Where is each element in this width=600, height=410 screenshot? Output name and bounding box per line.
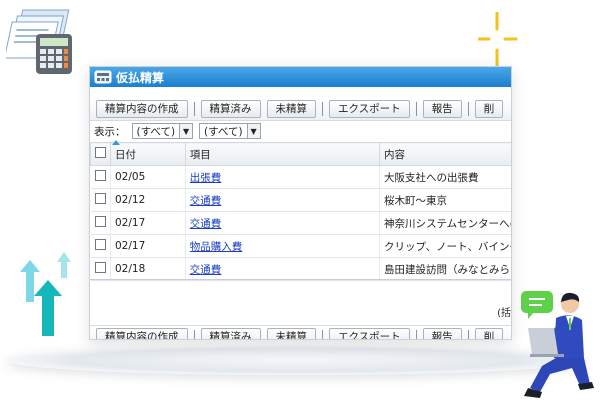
filter-label: 表示： <box>94 125 126 138</box>
delete-button[interactable]: 削 <box>474 100 504 118</box>
row-date: 02/17 <box>110 211 186 235</box>
row-checkbox[interactable] <box>94 193 106 204</box>
table-row: 02/18 交通費 島田建設訪問（みなとみらい <box>90 257 511 281</box>
row-date: 02/05 <box>110 165 186 189</box>
filter-select-1[interactable]: (すべて) ▼ <box>131 123 194 139</box>
settled-button[interactable]: 精算済み <box>200 328 261 339</box>
row-item-link[interactable]: 交通費 <box>190 195 222 207</box>
row-item-link[interactable]: 交通費 <box>190 218 222 230</box>
toolbar-separator <box>322 330 323 339</box>
unsettled-button[interactable]: 未精算 <box>266 328 316 339</box>
export-button[interactable]: エクスポート <box>329 100 410 118</box>
expense-table: 日付 項目 内容 02/05 出張費 大阪支社への出張費 02/12 交通費 桜… <box>90 140 511 281</box>
chevron-down-icon: ▼ <box>246 124 260 138</box>
toolbar-bottom: 精算内容の作成 精算済み 未精算 エクスポート 報告 削 <box>90 325 511 339</box>
chevron-down-icon: ▼ <box>179 124 193 138</box>
table-row: 02/05 出張費 大阪支社への出張費 <box>90 165 511 189</box>
row-date: 02/18 <box>110 257 186 281</box>
select-all-checkbox[interactable] <box>95 147 106 158</box>
column-header-item[interactable]: 項目 <box>184 142 381 166</box>
toolbar-separator <box>467 102 469 116</box>
table-header-row: 日付 項目 内容 <box>90 140 511 166</box>
toolbar-top: 精算内容の作成 精算済み 未精算 エクスポート 報告 削 <box>90 98 511 121</box>
toolbar-separator <box>467 330 469 339</box>
unsettled-button[interactable]: 未精算 <box>266 100 316 118</box>
toolbar-separator <box>193 102 195 116</box>
toolbar-separator <box>193 330 195 339</box>
table-row: 02/17 物品購入費 クリップ、ノート、バインダ <box>90 234 511 258</box>
sort-ascending-icon <box>112 140 120 145</box>
column-header-date-label: 日付 <box>115 148 136 161</box>
report-button[interactable]: 報告 <box>422 100 462 118</box>
row-content: 神奈川システムセンターへの <box>379 211 511 235</box>
report-button[interactable]: 報告 <box>422 328 462 339</box>
calculator-icon <box>94 70 112 84</box>
row-checkbox[interactable] <box>94 216 106 227</box>
row-content: 島田建設訪問（みなとみらい <box>379 257 511 281</box>
toolbar-separator <box>415 330 417 339</box>
table-empty-area <box>90 279 511 326</box>
row-date: 02/12 <box>110 188 186 212</box>
table-row: 02/12 交通費 桜木町～東京 <box>90 188 511 212</box>
filter-bar: 表示： (すべて) ▼ (すべて) ▼ <box>94 123 261 139</box>
sparkle-icon <box>478 12 518 68</box>
person-with-laptop-illustration <box>524 292 594 398</box>
row-checkbox[interactable] <box>94 262 106 273</box>
expense-window: 仮払精算 精算内容の作成 精算済み 未精算 エクスポート 報告 削 表示： (す… <box>89 66 512 340</box>
delete-button[interactable]: 削 <box>474 328 504 339</box>
row-item-link[interactable]: 出張費 <box>190 172 222 184</box>
settled-button[interactable]: 精算済み <box>200 100 261 118</box>
row-content: 桜木町～東京 <box>379 188 511 212</box>
window-titlebar: 仮払精算 <box>90 67 511 87</box>
calculator-document-icon <box>6 9 72 74</box>
export-button[interactable]: エクスポート <box>329 328 410 339</box>
growth-arrows-icon <box>20 252 71 336</box>
column-header-date[interactable]: 日付 <box>110 140 186 166</box>
select-all-cell <box>90 142 111 166</box>
row-content: 大阪支社への出張費 <box>379 165 511 189</box>
row-item-link[interactable]: 物品購入費 <box>190 241 243 253</box>
row-content: クリップ、ノート、バインダ <box>379 234 511 258</box>
filter-select-2-value: (すべて) <box>204 125 243 138</box>
footer-note: (括 <box>497 308 511 319</box>
row-item-link[interactable]: 交通費 <box>190 264 222 276</box>
toolbar-separator <box>415 102 417 116</box>
create-settlement-button[interactable]: 精算内容の作成 <box>96 328 188 339</box>
table-row: 02/17 交通費 神奈川システムセンターへの <box>90 211 511 235</box>
filter-select-1-value: (すべて) <box>136 125 176 138</box>
create-settlement-button[interactable]: 精算内容の作成 <box>96 100 188 118</box>
row-checkbox[interactable] <box>94 239 106 250</box>
window-title: 仮払精算 <box>116 70 165 85</box>
filter-select-2[interactable]: (すべて) ▼ <box>199 123 261 139</box>
row-date: 02/17 <box>110 234 186 258</box>
toolbar-separator <box>322 102 323 116</box>
row-checkbox[interactable] <box>94 170 106 181</box>
platform-shadow <box>6 345 586 375</box>
column-header-content[interactable]: 内容 <box>379 142 511 166</box>
